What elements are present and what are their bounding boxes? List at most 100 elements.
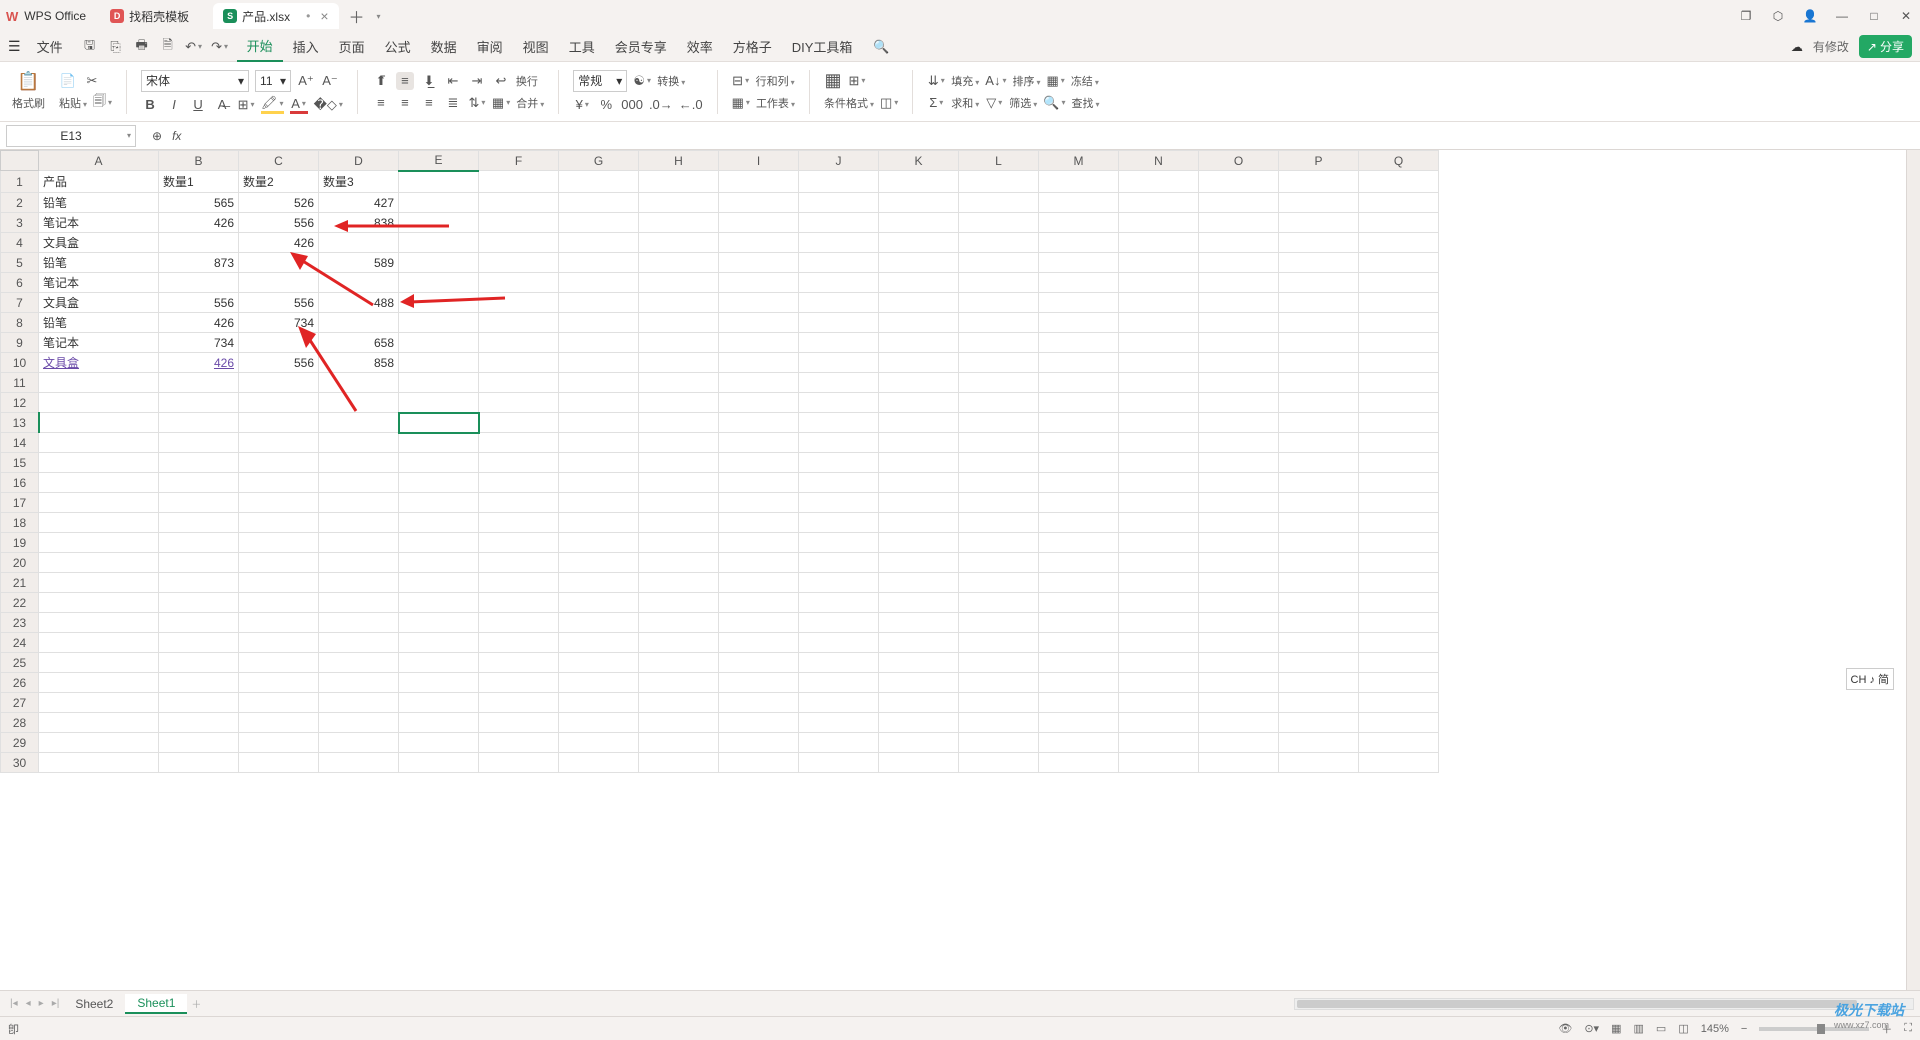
cell-M11[interactable] — [1039, 373, 1119, 393]
cell-G3[interactable] — [559, 213, 639, 233]
cell-I14[interactable] — [719, 433, 799, 453]
cell-A17[interactable] — [39, 493, 159, 513]
cell-A19[interactable] — [39, 533, 159, 553]
cell-G14[interactable] — [559, 433, 639, 453]
cell-A5[interactable]: 铅笔 — [39, 253, 159, 273]
align-bottom-icon[interactable]: ⬇̲ — [420, 72, 438, 90]
cell-N13[interactable] — [1119, 413, 1199, 433]
cell-B15[interactable] — [159, 453, 239, 473]
cell-E15[interactable] — [399, 453, 479, 473]
tab-close-icon[interactable]: × — [320, 8, 328, 24]
cell-Q22[interactable] — [1359, 593, 1439, 613]
cell-L27[interactable] — [959, 693, 1039, 713]
cell-D18[interactable] — [319, 513, 399, 533]
cell-I17[interactable] — [719, 493, 799, 513]
cell-M4[interactable] — [1039, 233, 1119, 253]
cell-I28[interactable] — [719, 713, 799, 733]
cell-P13[interactable] — [1279, 413, 1359, 433]
status-menu-icon[interactable]: ⊙▾ — [1584, 1022, 1599, 1035]
cell-G2[interactable] — [559, 193, 639, 213]
cell-E22[interactable] — [399, 593, 479, 613]
cell-E1[interactable] — [399, 171, 479, 193]
cell-K26[interactable] — [879, 673, 959, 693]
row-header-11[interactable]: 11 — [1, 373, 39, 393]
cell-M1[interactable] — [1039, 171, 1119, 193]
name-box[interactable]: E13 — [6, 125, 136, 147]
cell-J6[interactable] — [799, 273, 879, 293]
col-header-F[interactable]: F — [479, 151, 559, 171]
cell-A27[interactable] — [39, 693, 159, 713]
menu-tools[interactable]: 工具 — [559, 32, 605, 62]
cell-Q2[interactable] — [1359, 193, 1439, 213]
cell-M13[interactable] — [1039, 413, 1119, 433]
cell-F16[interactable] — [479, 473, 559, 493]
cell-A30[interactable] — [39, 753, 159, 773]
cell-B2[interactable]: 565 — [159, 193, 239, 213]
cell-N30[interactable] — [1119, 753, 1199, 773]
cell-F23[interactable] — [479, 613, 559, 633]
find-label[interactable]: 查找 — [1072, 95, 1100, 111]
cell-B26[interactable] — [159, 673, 239, 693]
cell-E13[interactable] — [399, 413, 479, 433]
zoom-value[interactable]: 145% — [1701, 1023, 1729, 1035]
font-select[interactable]: 宋体▾ — [141, 70, 249, 92]
cell-G12[interactable] — [559, 393, 639, 413]
preview-icon[interactable]: 🗎 — [159, 38, 177, 56]
cell-A18[interactable] — [39, 513, 159, 533]
cell-Q27[interactable] — [1359, 693, 1439, 713]
cell-F9[interactable] — [479, 333, 559, 353]
cell-N8[interactable] — [1119, 313, 1199, 333]
cell-A24[interactable] — [39, 633, 159, 653]
cell-L18[interactable] — [959, 513, 1039, 533]
cell-B21[interactable] — [159, 573, 239, 593]
sheet-nav-prev[interactable]: ◂ — [22, 998, 35, 1009]
cell-Q13[interactable] — [1359, 413, 1439, 433]
col-header-E[interactable]: E — [399, 151, 479, 171]
row-header-4[interactable]: 4 — [1, 233, 39, 253]
cell-C30[interactable] — [239, 753, 319, 773]
cell-Q6[interactable] — [1359, 273, 1439, 293]
cell-O7[interactable] — [1199, 293, 1279, 313]
fullscreen-icon[interactable]: ⛶ — [1904, 1022, 1912, 1035]
cell-H6[interactable] — [639, 273, 719, 293]
cell-K13[interactable] — [879, 413, 959, 433]
row-header-29[interactable]: 29 — [1, 733, 39, 753]
cell-M10[interactable] — [1039, 353, 1119, 373]
cell-O13[interactable] — [1199, 413, 1279, 433]
cell-M24[interactable] — [1039, 633, 1119, 653]
cell-N9[interactable] — [1119, 333, 1199, 353]
cell-E2[interactable] — [399, 193, 479, 213]
cell-A14[interactable] — [39, 433, 159, 453]
cell-A16[interactable] — [39, 473, 159, 493]
cell-G21[interactable] — [559, 573, 639, 593]
close-window-icon[interactable]: ✕ — [1898, 8, 1914, 24]
cell-J7[interactable] — [799, 293, 879, 313]
cell-F4[interactable] — [479, 233, 559, 253]
cell-J20[interactable] — [799, 553, 879, 573]
cell-A28[interactable] — [39, 713, 159, 733]
underline-icon[interactable]: U — [189, 96, 207, 114]
cell-L29[interactable] — [959, 733, 1039, 753]
cell-D24[interactable] — [319, 633, 399, 653]
cell-E27[interactable] — [399, 693, 479, 713]
cell-C26[interactable] — [239, 673, 319, 693]
cell-M9[interactable] — [1039, 333, 1119, 353]
cell-O12[interactable] — [1199, 393, 1279, 413]
zoom-out-icon[interactable]: − — [1741, 1023, 1747, 1035]
cell-H21[interactable] — [639, 573, 719, 593]
row-header-2[interactable]: 2 — [1, 193, 39, 213]
cell-Q29[interactable] — [1359, 733, 1439, 753]
row-header-23[interactable]: 23 — [1, 613, 39, 633]
cell-O1[interactable] — [1199, 171, 1279, 193]
cell-G8[interactable] — [559, 313, 639, 333]
cell-K24[interactable] — [879, 633, 959, 653]
cell-C1[interactable]: 数量2 — [239, 171, 319, 193]
hamburger-icon[interactable]: ☰ — [8, 38, 21, 55]
cell-M6[interactable] — [1039, 273, 1119, 293]
col-header-G[interactable]: G — [559, 151, 639, 171]
cell-A25[interactable] — [39, 653, 159, 673]
cell-Q1[interactable] — [1359, 171, 1439, 193]
fill-label[interactable]: 填充 — [951, 73, 979, 89]
cell-O29[interactable] — [1199, 733, 1279, 753]
cell-P26[interactable] — [1279, 673, 1359, 693]
